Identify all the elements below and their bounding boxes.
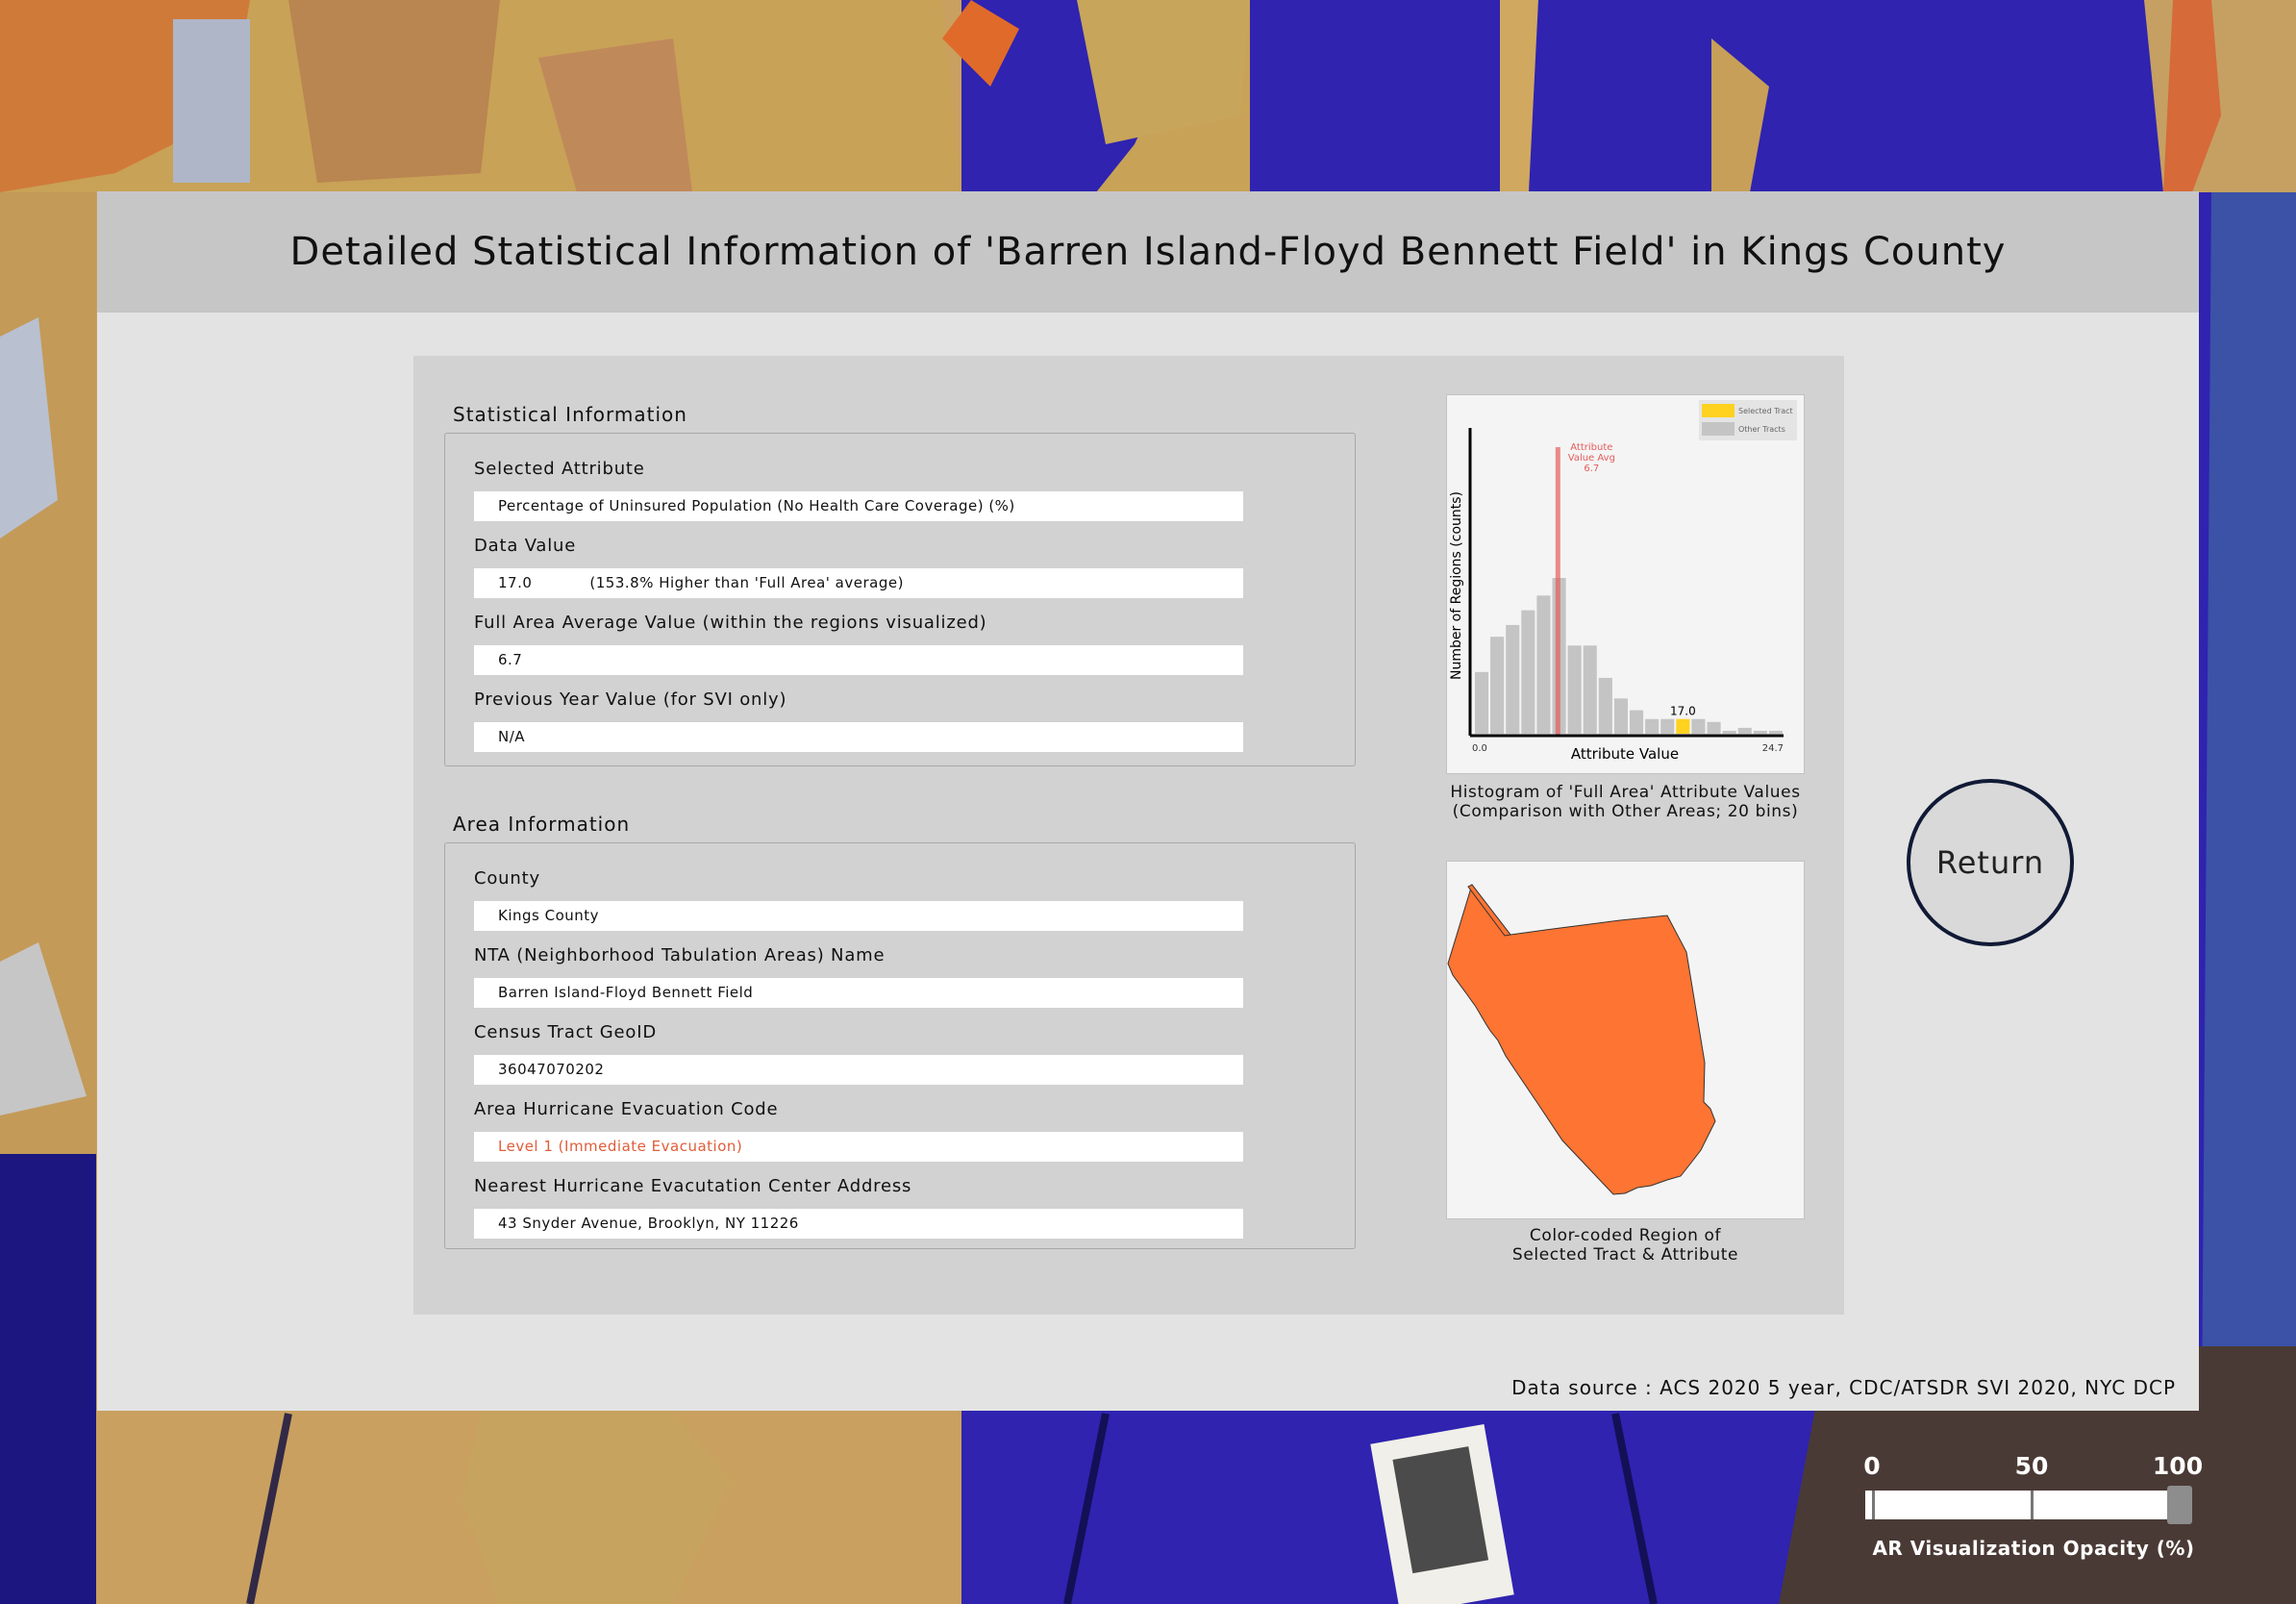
selected-value-label: 17.0 — [1670, 705, 1696, 718]
histogram-bar — [1691, 718, 1706, 734]
slider-thumb[interactable] — [2167, 1486, 2192, 1524]
histogram-bar — [1645, 718, 1660, 734]
full-area-average-field: 6.7 — [474, 645, 1243, 675]
selected-attribute-field: Percentage of Uninsured Population (No H… — [474, 491, 1243, 521]
slider-mark-0 — [1872, 1491, 1875, 1519]
selected-attribute-label: Selected Attribute — [474, 459, 645, 479]
average-line — [1555, 447, 1560, 736]
previous-year-label: Previous Year Value (for SVI only) — [474, 689, 787, 710]
histogram-bar — [1598, 677, 1612, 734]
histogram-caption: Histogram of 'Full Area' Attribute Value… — [1446, 783, 1805, 821]
y-axis-label: Number of Regions (counts) — [1449, 491, 1464, 680]
full-area-average-label: Full Area Average Value (within the regi… — [474, 613, 987, 633]
histogram-bar — [1490, 637, 1505, 734]
legend-swatch-selected — [1702, 404, 1734, 417]
evacuation-code-field: Level 1 (Immediate Evacuation) — [474, 1132, 1243, 1162]
content-area: Statistical Information Selected Attribu… — [413, 356, 1844, 1315]
data-value-comparison: (153.8% Higher than 'Full Area' average) — [589, 574, 904, 591]
region-caption-line1: Color-coded Region of — [1529, 1226, 1722, 1245]
county-label: County — [474, 868, 540, 889]
evacuation-center-field: 43 Snyder Avenue, Brooklyn, NY 11226 — [474, 1209, 1243, 1239]
histogram-caption-line1: Histogram of 'Full Area' Attribute Value… — [1450, 783, 1801, 802]
info-panel: Detailed Statistical Information of 'Bar… — [97, 191, 2199, 1411]
histogram-bar — [1722, 730, 1736, 734]
average-annotation-value: 6.7 — [1584, 464, 1599, 474]
histogram-chart: Attribute Value Avg 6.7 17.0 0.0 24.7 At… — [1449, 400, 1797, 763]
geoid-field: 36047070202 — [474, 1055, 1243, 1085]
slider-tick-50: 50 — [2014, 1452, 2049, 1480]
histogram-bar — [1630, 710, 1644, 734]
area-fields-box: County Kings County NTA (Neighborhood Ta… — [444, 842, 1356, 1249]
area-section-title: Area Information — [453, 813, 631, 836]
average-annotation-line2: Value Avg — [1568, 453, 1615, 464]
legend-label-other: Other Tracts — [1738, 425, 1785, 434]
data-value-field: 17.0 (153.8% Higher than 'Full Area' aver… — [474, 568, 1243, 598]
histogram-bar — [1660, 718, 1675, 734]
region-map-caption: Color-coded Region of Selected Tract & A… — [1446, 1226, 1805, 1265]
slider-mark-50 — [2031, 1491, 2034, 1519]
legend-swatch-other — [1702, 422, 1734, 436]
opacity-slider[interactable]: 0 50 100 AR Visualization Opacity (%) — [1860, 1452, 2207, 1577]
page-title: Detailed Statistical Information of 'Bar… — [289, 230, 2007, 274]
histogram-bar — [1768, 730, 1783, 734]
statistical-section-title: Statistical Information — [453, 403, 687, 426]
histogram-bar — [1475, 671, 1489, 734]
slider-caption: AR Visualization Opacity (%) — [1872, 1537, 2195, 1560]
region-map-card — [1446, 861, 1805, 1219]
selected-tract-region — [1447, 883, 1716, 1195]
previous-year-field: N/A — [474, 722, 1243, 752]
title-bar: Detailed Statistical Information of 'Bar… — [97, 191, 2199, 313]
histogram-bar — [1613, 698, 1628, 734]
data-source-note: Data source : ACS 2020 5 year, CDC/ATSDR… — [1511, 1376, 2176, 1399]
histogram-bar — [1567, 645, 1582, 734]
histogram-bar — [1521, 610, 1535, 734]
data-value: 17.0 — [498, 574, 533, 591]
x-min-label: 0.0 — [1472, 743, 1487, 754]
histogram-bar — [1536, 595, 1551, 734]
evacuation-center-label: Nearest Hurricane Evacutation Center Add… — [474, 1176, 912, 1196]
evacuation-code-label: Area Hurricane Evacuation Code — [474, 1099, 779, 1119]
average-annotation-line1: Attribute — [1570, 442, 1612, 453]
region-caption-line2: Selected Tract & Attribute — [1511, 1245, 1739, 1265]
histogram-bar — [1506, 624, 1520, 734]
return-button[interactable]: Return — [1907, 779, 2074, 946]
x-max-label: 24.7 — [1762, 743, 1784, 754]
histogram-bar-selected — [1676, 718, 1690, 734]
statistical-fields-box: Selected Attribute Percentage of Uninsur… — [444, 433, 1356, 766]
histogram-card: Attribute Value Avg 6.7 17.0 0.0 24.7 At… — [1446, 394, 1805, 774]
nta-name-field: Barren Island-Floyd Bennett Field — [474, 978, 1243, 1008]
region-shape-map — [1447, 883, 1716, 1195]
slider-track[interactable] — [1865, 1491, 2183, 1519]
nta-name-label: NTA (Neighborhood Tabulation Areas) Name — [474, 945, 886, 965]
x-axis-label: Attribute Value — [1571, 745, 1679, 763]
data-value-label: Data Value — [474, 536, 577, 556]
geoid-label: Census Tract GeoID — [474, 1022, 657, 1042]
histogram-bar — [1583, 645, 1597, 734]
county-field: Kings County — [474, 901, 1243, 931]
slider-tick-100: 100 — [2152, 1452, 2204, 1480]
slider-tick-0: 0 — [1863, 1452, 1881, 1480]
histogram-bar — [1753, 730, 1767, 734]
legend-label-selected: Selected Tract — [1738, 407, 1793, 415]
histogram-caption-line2: (Comparison with Other Areas; 20 bins) — [1452, 802, 1799, 821]
histogram-bar — [1737, 727, 1752, 734]
histogram-bar — [1707, 721, 1721, 734]
